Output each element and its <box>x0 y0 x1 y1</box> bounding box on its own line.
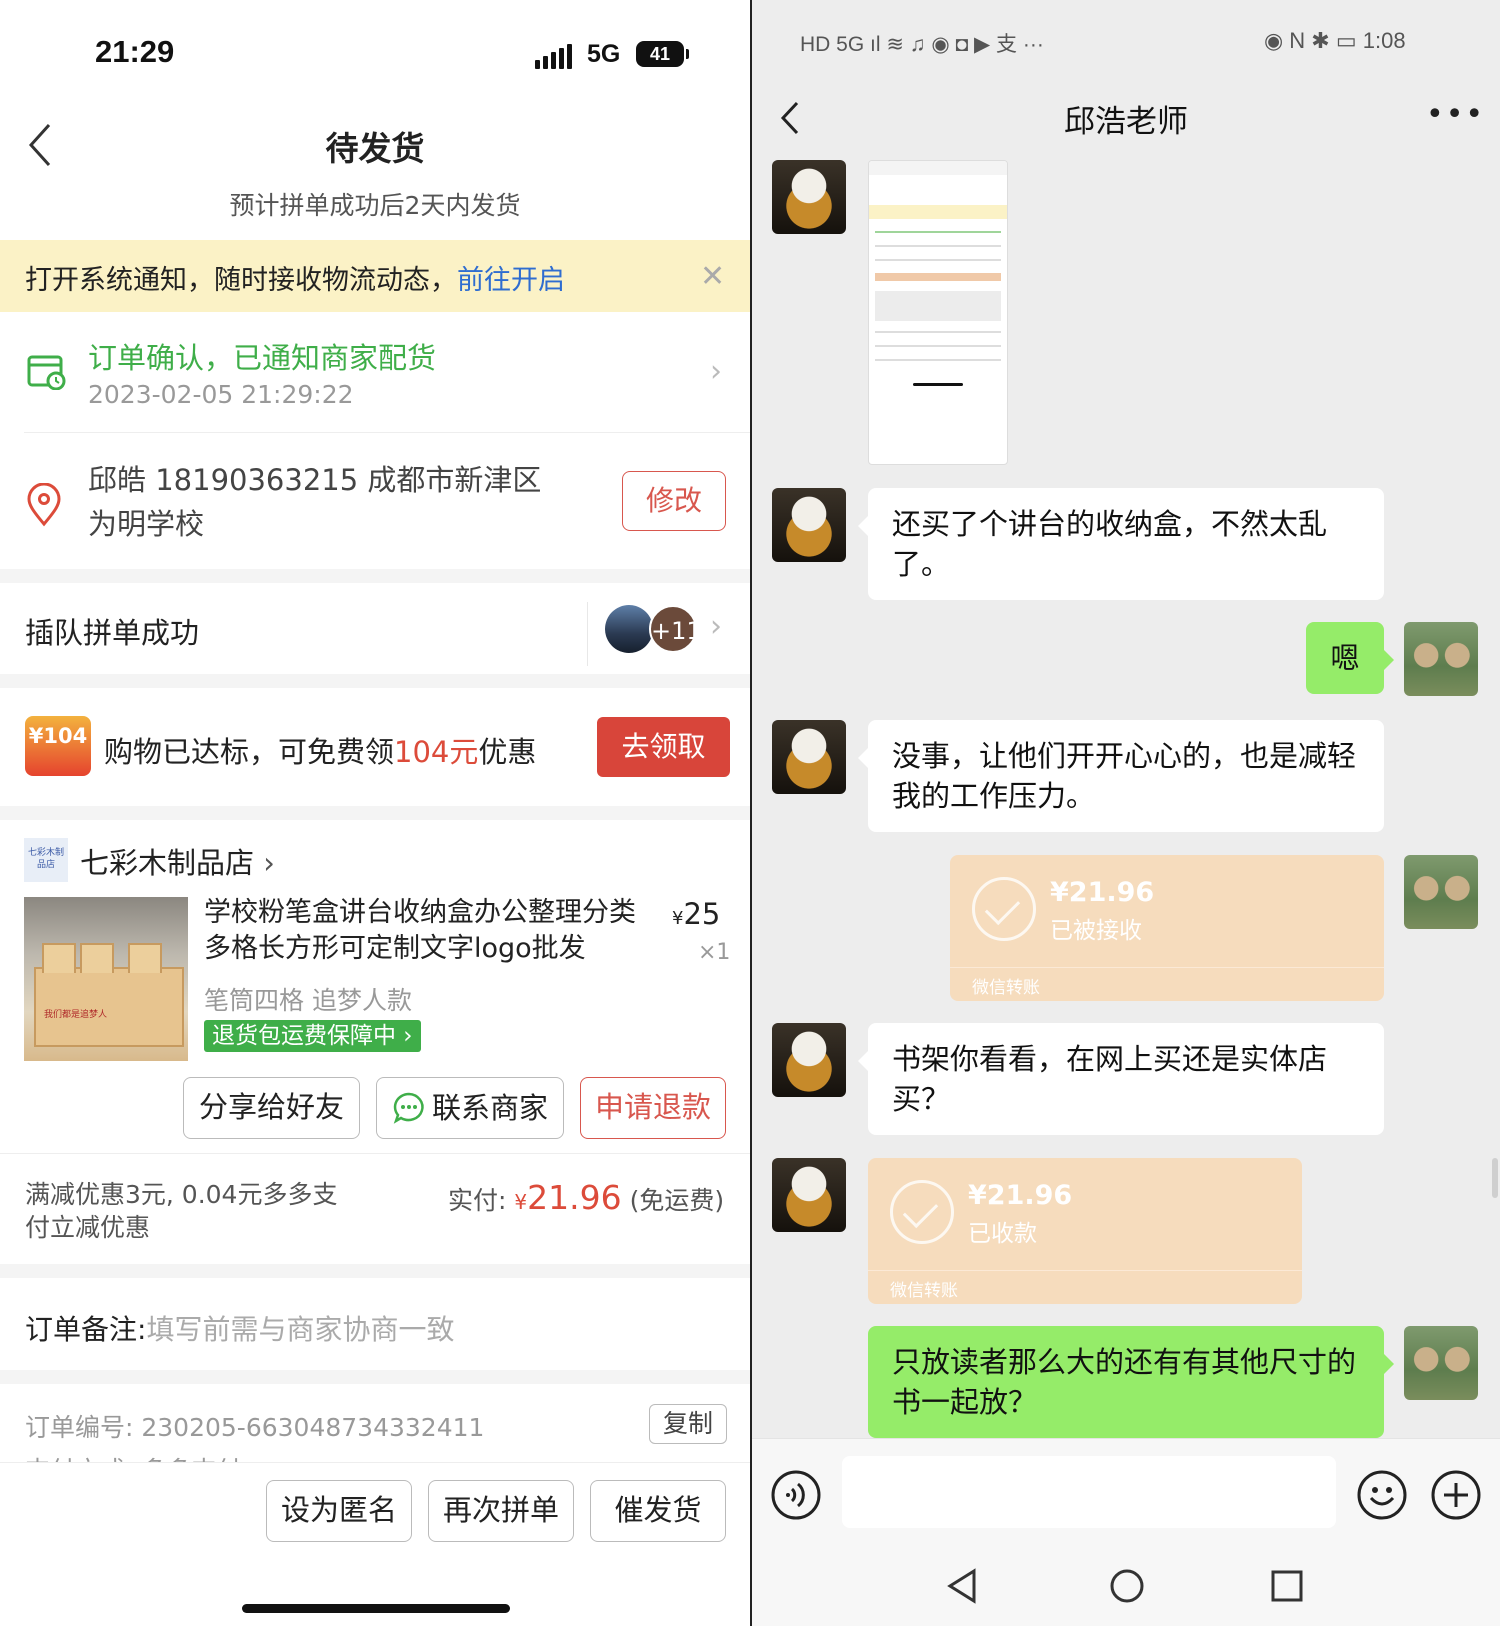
section-gap <box>0 569 750 583</box>
contact-avatar[interactable] <box>772 1158 846 1232</box>
home-indicator[interactable] <box>242 1604 510 1613</box>
urge-shipping-button[interactable]: 催发货 <box>590 1480 726 1542</box>
chevron-right-icon[interactable]: › <box>710 612 722 642</box>
product-price: ¥25 <box>672 897 721 931</box>
signal-icon <box>535 44 572 69</box>
divider <box>0 1153 750 1154</box>
order-number: 订单编号: 230205-663048734332411 <box>25 1413 485 1442</box>
enable-notification-link[interactable]: 前往开启 <box>457 265 565 296</box>
section-gap <box>0 1370 750 1384</box>
coupon-text: 购物已达标，可免费领104元优惠 <box>104 735 537 769</box>
chat-title: 邱浩老师 <box>1064 104 1188 140</box>
status-time: 21:29 <box>95 34 175 69</box>
battery-icon: 41 <box>636 41 689 67</box>
more-icon[interactable]: ••• <box>1426 100 1485 130</box>
copy-button[interactable]: 复制 <box>649 1404 727 1444</box>
scrollbar[interactable] <box>1492 1158 1498 1198</box>
emoji-icon[interactable] <box>1356 1469 1408 1521</box>
group-status[interactable]: 插队拼单成功 <box>25 610 199 652</box>
transfer-status: 已被接收 <box>1050 918 1142 944</box>
order-detail-screen: 21:29 5G 41 待发货 预计拼单成功后2天内发货 打开系统通知，随时接收… <box>0 0 750 1626</box>
page-subtitle: 预计拼单成功后2天内发货 <box>229 191 521 220</box>
message-bubble[interactable]: 还买了个讲台的收纳盒，不然太乱了。 <box>858 488 1384 600</box>
screenshot-root: 21:29 5G 41 待发货 预计拼单成功后2天内发货 打开系统通知，随时接收… <box>0 0 1500 1626</box>
shop-logo: 七彩木制品店 <box>24 838 68 882</box>
message-bubble[interactable]: 只放读者那么大的还有有其他尺寸的书一起放？ <box>868 1326 1394 1438</box>
transfer-amount: ¥21.96 <box>1050 877 1155 908</box>
calendar-clock-icon <box>27 355 66 390</box>
order-note[interactable]: 订单备注:填写前需与商家协商一致 <box>25 1308 454 1348</box>
section-gap <box>0 806 750 820</box>
transfer-status: 已收款 <box>968 1221 1037 1247</box>
nav-back-icon[interactable] <box>944 1566 984 1606</box>
order-status-time: 2023-02-05 21:29:22 <box>88 380 354 409</box>
contact-avatar[interactable] <box>772 1023 846 1097</box>
avatar <box>605 605 653 653</box>
notice-text: 打开系统通知，随时接收物流动态，前往开启 <box>25 265 565 296</box>
user-avatar[interactable] <box>1404 1326 1478 1400</box>
contact-avatar[interactable] <box>772 488 846 562</box>
contact-avatar[interactable] <box>772 160 846 234</box>
section-gap <box>0 674 750 688</box>
paid-amount: 实付: ¥21.96 (免运费) <box>448 1178 725 1217</box>
message-bubble[interactable]: 书架你看看，在网上买还是实体店买？ <box>858 1023 1384 1135</box>
user-avatar[interactable] <box>1404 855 1478 929</box>
contact-seller-button[interactable]: 联系商家 <box>376 1077 564 1139</box>
transfer-label: 微信转账 <box>890 1281 958 1301</box>
nav-recents-icon[interactable] <box>1267 1566 1307 1606</box>
shop-name[interactable]: 七彩木制品店 › <box>80 840 275 882</box>
transfer-label: 微信转账 <box>972 978 1040 998</box>
chevron-right-icon[interactable]: › <box>710 357 722 387</box>
shipping-address: 邱皓 18190363215 成都市新津区为明学校 <box>88 463 542 541</box>
message-bubble[interactable]: 嗯 <box>1306 622 1394 694</box>
claim-coupon-button[interactable]: 去领取 <box>597 717 730 777</box>
share-button[interactable]: 分享给好友 <box>183 1077 360 1139</box>
product-image[interactable]: 我们都是追梦人 <box>24 897 188 1061</box>
chat-image-thumbnail[interactable] <box>868 160 1008 465</box>
group-count-badge: +11 <box>649 605 702 653</box>
refund-button[interactable]: 申请退款 <box>580 1077 726 1139</box>
divider <box>587 602 588 666</box>
contact-avatar[interactable] <box>772 720 846 794</box>
close-icon[interactable]: ✕ <box>700 262 725 292</box>
check-circle-icon <box>890 1180 954 1244</box>
transfer-card[interactable]: ¥21.96 已被接收 微信转账 <box>950 855 1384 1001</box>
payment-method: 支付方式: 多多支付 > <box>25 1451 270 1462</box>
location-pin-icon <box>27 483 61 527</box>
anonymous-button[interactable]: 设为匿名 <box>266 1480 412 1542</box>
reorder-button[interactable]: 再次拼单 <box>428 1480 574 1542</box>
wechat-chat-screen: HD 5G ıl ≋ ♫ ◉ ◘ ▶ 支 ··· ◉ N ✱ ▭ 1:08 邱浩… <box>752 0 1500 1626</box>
page-title: 待发货 <box>325 129 425 168</box>
plus-icon[interactable] <box>1430 1469 1482 1521</box>
status-right: ◉ N ✱ ▭ 1:08 <box>1264 28 1406 53</box>
section-gap <box>0 1264 750 1278</box>
user-avatar[interactable] <box>1404 622 1478 696</box>
divider <box>24 432 750 433</box>
chat-icon <box>393 1092 424 1124</box>
order-status-title[interactable]: 订单确认，已通知商家配货 <box>88 335 436 377</box>
product-quantity: ×1 <box>698 940 731 965</box>
transfer-amount: ¥21.96 <box>968 1180 1073 1211</box>
network-label: 5G <box>587 40 621 68</box>
edit-address-button[interactable]: 修改 <box>622 471 726 531</box>
check-circle-icon <box>972 877 1036 941</box>
voice-icon[interactable] <box>770 1469 822 1521</box>
message-bubble[interactable]: 没事，让他们开开心心的，也是减轻我的工作压力。 <box>858 720 1384 832</box>
product-title[interactable]: 学校粉笔盒讲台收纳盒办公整理分类多格长方形可定制文字logo批发 <box>204 895 644 967</box>
message-input[interactable] <box>842 1456 1336 1528</box>
discount-info: 满减优惠3元, 0.04元多多支付立减优惠 <box>25 1180 338 1242</box>
status-icons: HD 5G ıl ≋ ♫ ◉ ◘ ▶ 支 ··· <box>800 33 1044 56</box>
product-spec: 笔筒四格 追梦人款 <box>204 986 412 1015</box>
coupon-icon: ¥104 <box>25 716 91 776</box>
nav-home-icon[interactable] <box>1107 1566 1147 1606</box>
transfer-card[interactable]: ¥21.96 已收款 微信转账 <box>868 1158 1302 1304</box>
return-insurance-badge[interactable]: 退货包运费保障中 › <box>204 1020 421 1052</box>
